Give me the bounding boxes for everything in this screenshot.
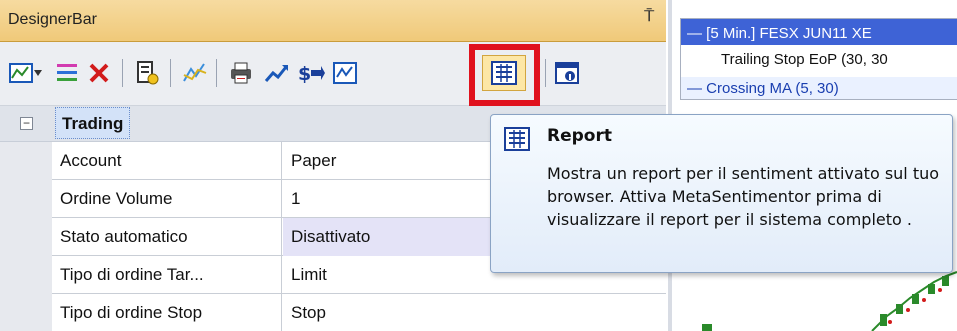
- property-value[interactable]: Stop: [283, 294, 666, 331]
- property-name: Account: [52, 142, 282, 180]
- indicator-line-icon[interactable]: [180, 58, 210, 88]
- tooltip-title: Report: [547, 126, 612, 146]
- chart-legend: — [5 Min.] FESX JUN11 XE Trailing Stop E…: [680, 18, 957, 100]
- legend-trailing-stop: Trailing Stop EoP (30, 30: [721, 51, 888, 68]
- dropdown-arrow-icon[interactable]: [30, 58, 46, 88]
- signal-arrow-icon[interactable]: [262, 58, 292, 88]
- property-name: Stato automatico: [52, 218, 282, 256]
- svg-text:$: $: [298, 63, 311, 85]
- group-label: Trading: [55, 107, 131, 139]
- list-lines-icon[interactable]: [52, 58, 82, 88]
- delete-x-icon[interactable]: [84, 58, 114, 88]
- legend-crossing-ma: — Crossing MA (5, 30): [681, 77, 957, 99]
- report-button-highlight: [469, 44, 540, 106]
- strategy-icon[interactable]: [132, 58, 162, 88]
- info-window-icon[interactable]: [552, 58, 582, 88]
- toolbar-separator: [545, 59, 546, 87]
- toolbar-separator: [122, 59, 123, 87]
- money-flow-icon[interactable]: $: [296, 58, 326, 88]
- toolbar-separator: [170, 59, 171, 87]
- panel-titlebar: DesignerBar ⍑: [0, 0, 666, 42]
- panel-title: DesignerBar: [8, 11, 97, 28]
- property-row[interactable]: Tipo di ordine Stop Stop: [52, 294, 666, 331]
- designer-toolbar: $: [0, 42, 666, 106]
- pin-icon[interactable]: ⍑: [644, 8, 654, 26]
- toolbar-separator: [216, 59, 217, 87]
- print-icon[interactable]: [226, 58, 256, 88]
- property-name: Ordine Volume: [52, 180, 282, 218]
- property-name: Tipo di ordine Tar...: [52, 256, 282, 294]
- collapse-toggle-icon[interactable]: −: [20, 117, 33, 130]
- chart-window-icon[interactable]: [330, 58, 360, 88]
- property-name: Tipo di ordine Stop: [52, 294, 282, 331]
- tooltip-body: Mostra un report per il sentiment attiva…: [547, 164, 940, 229]
- report-icon: [503, 127, 531, 156]
- legend-instrument: — [5 Min.] FESX JUN11 XE: [681, 19, 957, 45]
- report-tooltip: Report Mostra un report per il sentiment…: [490, 114, 953, 273]
